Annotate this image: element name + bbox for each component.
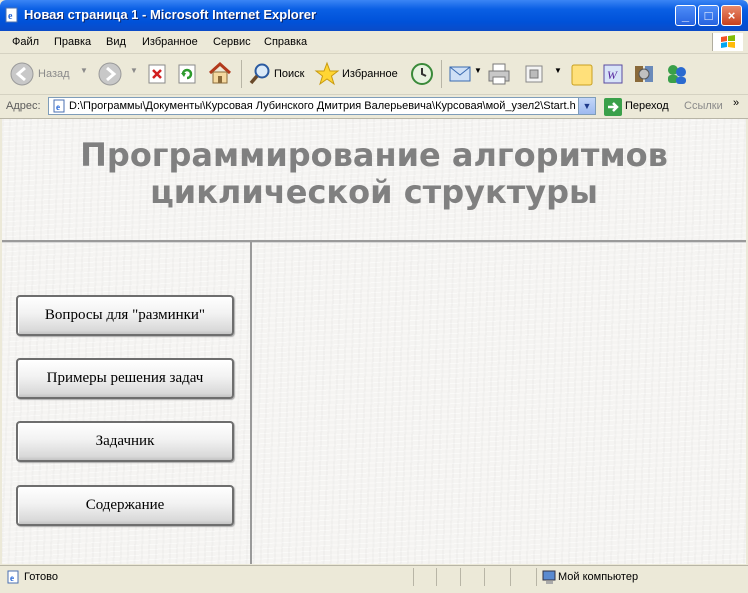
warmup-questions-button[interactable]: Вопросы для "разминки" [16, 295, 234, 336]
close-button[interactable]: × [721, 5, 742, 26]
svg-text:e: e [8, 11, 13, 22]
back-label[interactable]: Назад [38, 68, 70, 80]
history-icon[interactable] [410, 62, 434, 86]
status-divider [413, 568, 414, 586]
toolbar-separator [441, 60, 442, 88]
svg-text:e: e [10, 573, 14, 583]
edit-icon[interactable] [524, 64, 544, 84]
links-chevron-icon[interactable]: » [733, 97, 739, 109]
status-divider [436, 568, 437, 586]
status-divider [484, 568, 485, 586]
messenger-icon[interactable] [664, 62, 690, 86]
links-label[interactable]: Ссылки [684, 100, 723, 112]
status-text: Готово [24, 571, 58, 583]
status-divider [536, 568, 537, 586]
toolbar-separator [241, 60, 242, 88]
menu-edit[interactable]: Правка [54, 36, 91, 48]
menu-tools[interactable]: Сервис [213, 36, 251, 48]
forward-arrow-icon[interactable] [98, 62, 122, 86]
page-title: Программирование алгоритмов циклической … [2, 137, 746, 211]
svg-text:W: W [607, 68, 618, 82]
address-field[interactable]: e D:\Программы\Документы\Курсовая Лубинс… [48, 97, 596, 115]
edit-dropdown-icon[interactable]: ▼ [554, 66, 562, 75]
status-divider [460, 568, 461, 586]
window-title: Новая страница 1 - Microsoft Internet Ex… [24, 7, 317, 22]
menu-file[interactable]: Файл [12, 36, 39, 48]
favorites-label[interactable]: Избранное [342, 68, 398, 80]
navigation-frame: Вопросы для "разминки" Примеры решения з… [2, 242, 252, 564]
back-arrow-icon[interactable] [10, 62, 34, 86]
maximize-icon: □ [704, 8, 713, 23]
search-icon[interactable] [248, 62, 272, 86]
go-button[interactable]: Переход [625, 100, 669, 112]
page-content: Программирование алгоритмов циклической … [2, 119, 746, 564]
go-arrow-icon[interactable] [604, 98, 622, 116]
security-zone-text: Мой компьютер [558, 571, 639, 583]
address-dropdown-icon[interactable]: ▼ [578, 98, 595, 114]
research-icon[interactable]: W [600, 62, 626, 86]
close-icon: × [727, 8, 736, 23]
back-dropdown-icon[interactable]: ▼ [80, 66, 88, 75]
favorites-star-icon[interactable] [314, 61, 340, 87]
menu-help[interactable]: Справка [264, 36, 307, 48]
refresh-icon[interactable] [178, 64, 198, 84]
address-bar: Адрес: e D:\Программы\Документы\Курсовая… [0, 95, 748, 119]
forward-dropdown-icon[interactable]: ▼ [130, 66, 138, 75]
page-status-icon: e [7, 570, 19, 584]
ie-window: e Новая страница 1 - Microsoft Internet … [0, 0, 748, 593]
minimize-button[interactable]: _ [675, 5, 696, 26]
address-label: Адрес: [6, 100, 41, 112]
standard-toolbar: Назад ▼ ▼ Поиск Избранное ▼ ▼ W [0, 54, 748, 95]
status-divider [510, 568, 511, 586]
main-frame [253, 242, 746, 564]
menu-view[interactable]: Вид [106, 36, 126, 48]
contents-button[interactable]: Содержание [16, 485, 234, 526]
discuss-icon[interactable] [570, 63, 594, 87]
svg-text:e: e [56, 102, 60, 112]
problem-book-button[interactable]: Задачник [16, 421, 234, 462]
print-icon[interactable] [486, 62, 512, 86]
search-label[interactable]: Поиск [274, 68, 304, 80]
page-title-line-2: циклической структуры [150, 173, 598, 211]
home-icon[interactable] [207, 61, 233, 85]
page-title-line-1: Программирование алгоритмов [80, 136, 668, 174]
address-url[interactable]: D:\Программы\Документы\Курсовая Лубинско… [69, 100, 579, 112]
status-bar: e Готово Мой компьютер [0, 565, 748, 593]
minimize-icon: _ [681, 8, 690, 23]
menu-bar: Файл Правка Вид Избранное Сервис Справка [0, 31, 748, 54]
maximize-button[interactable]: □ [698, 5, 719, 26]
ie-page-icon: e [5, 7, 18, 23]
title-bar[interactable]: e Новая страница 1 - Microsoft Internet … [0, 0, 748, 31]
header-frame: Программирование алгоритмов циклической … [2, 119, 746, 242]
page-icon: e [53, 99, 65, 113]
menu-favorites[interactable]: Избранное [142, 36, 198, 48]
media-icon[interactable] [632, 62, 656, 86]
stop-icon[interactable] [148, 64, 168, 84]
mail-icon[interactable] [448, 63, 474, 85]
windows-logo-icon [712, 33, 743, 51]
solved-examples-button[interactable]: Примеры решения задач [16, 358, 234, 399]
mail-dropdown-icon[interactable]: ▼ [474, 66, 482, 75]
my-computer-icon [542, 570, 556, 584]
